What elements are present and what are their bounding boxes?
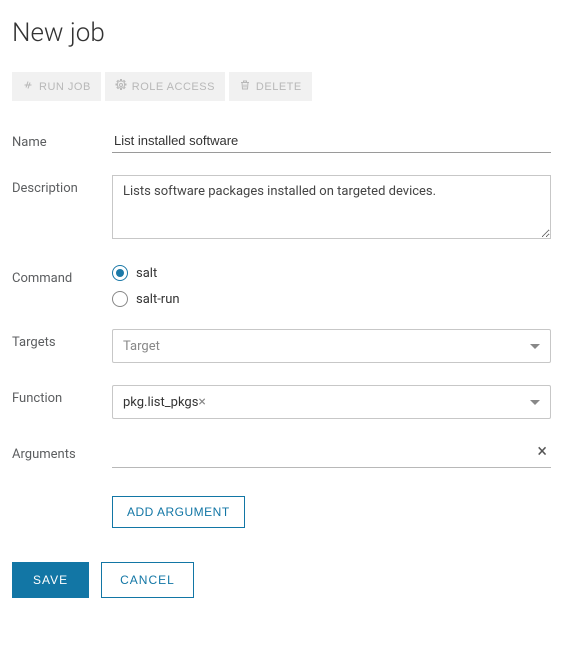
form-footer: SAVE CANCEL	[12, 562, 551, 598]
targets-placeholder: Target	[123, 339, 160, 354]
clear-icon[interactable]: ×	[198, 394, 205, 410]
argument-input[interactable]	[112, 444, 533, 461]
role-access-label: ROLE ACCESS	[132, 81, 215, 93]
targets-label: Targets	[12, 329, 112, 350]
toolbar: RUN JOB ROLE ACCESS DELETE	[12, 72, 551, 101]
description-label: Description	[12, 175, 112, 196]
add-argument-button[interactable]: ADD ARGUMENT	[112, 496, 245, 528]
function-value: pkg.list_pkgs	[123, 395, 198, 410]
function-label: Function	[12, 385, 112, 406]
role-access-button[interactable]: ROLE ACCESS	[105, 72, 225, 101]
run-job-button[interactable]: RUN JOB	[12, 72, 101, 101]
command-option-salt[interactable]: salt	[112, 265, 551, 281]
name-input[interactable]	[112, 129, 551, 153]
run-job-label: RUN JOB	[39, 81, 91, 93]
argument-row: ×	[112, 441, 551, 468]
function-select[interactable]: pkg.list_pkgs ×	[112, 385, 551, 419]
save-button[interactable]: SAVE	[12, 562, 89, 598]
role-icon	[115, 79, 127, 94]
radio-icon	[112, 291, 128, 307]
arguments-label: Arguments	[12, 441, 112, 462]
page-title: New job	[12, 18, 551, 48]
radio-icon	[112, 265, 128, 281]
chevron-down-icon	[530, 344, 540, 349]
description-textarea[interactable]	[112, 175, 551, 239]
name-label: Name	[12, 129, 112, 150]
command-option-salt-run[interactable]: salt-run	[112, 291, 551, 307]
delete-label: DELETE	[256, 81, 302, 93]
targets-select[interactable]: Target	[112, 329, 551, 363]
run-icon	[22, 79, 34, 94]
remove-argument-icon[interactable]: ×	[533, 443, 551, 461]
command-option-salt-run-label: salt-run	[136, 292, 180, 307]
trash-icon	[239, 79, 251, 94]
command-radio-group: salt salt-run	[112, 265, 551, 307]
cancel-button[interactable]: CANCEL	[101, 562, 194, 598]
command-label: Command	[12, 265, 112, 286]
chevron-down-icon	[530, 400, 540, 405]
delete-button[interactable]: DELETE	[229, 72, 312, 101]
command-option-salt-label: salt	[136, 266, 157, 281]
